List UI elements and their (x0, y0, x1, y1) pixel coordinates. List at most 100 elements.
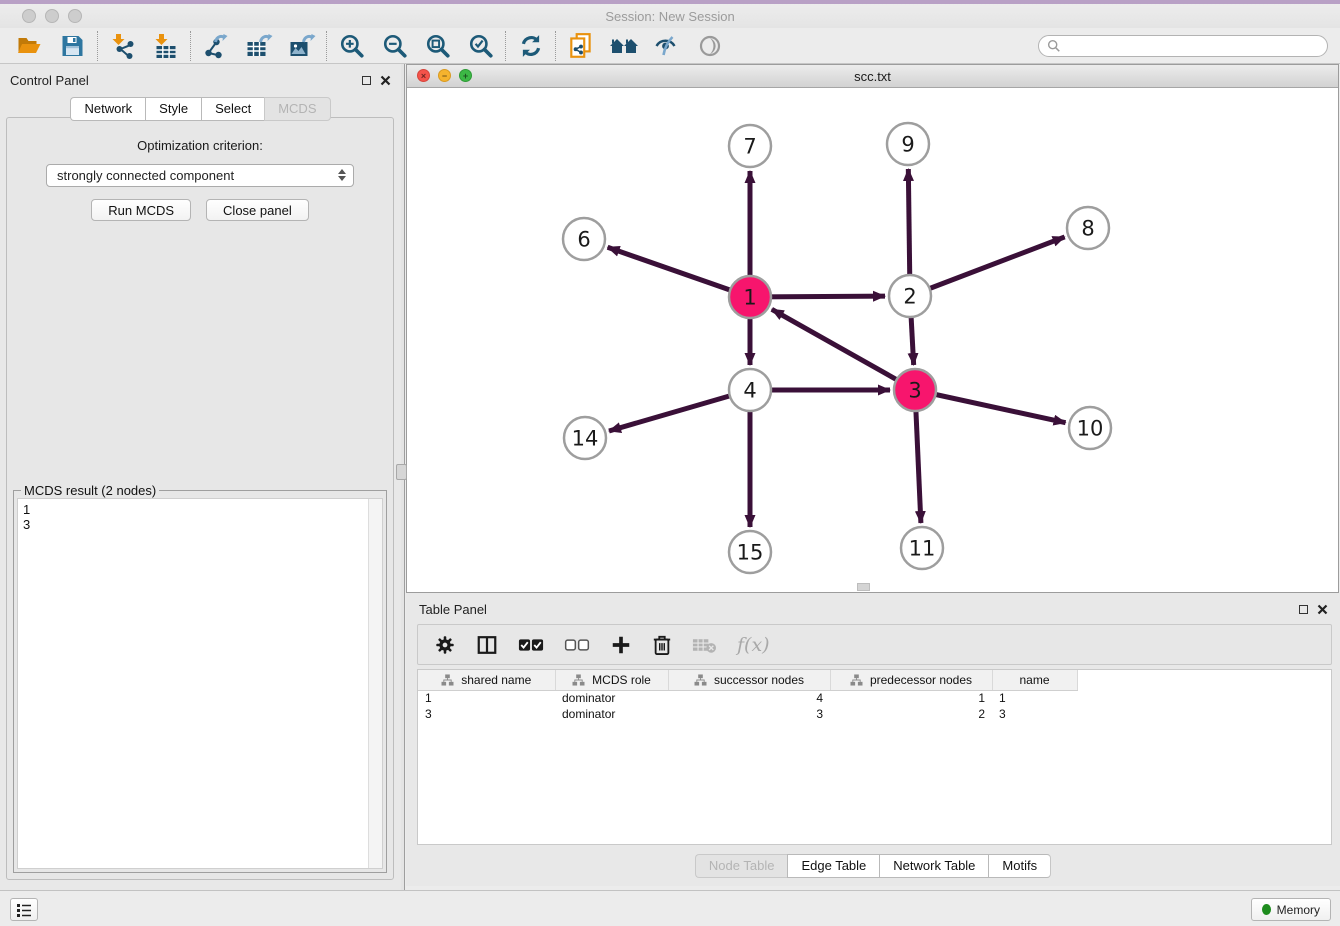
save-session-button[interactable] (51, 30, 94, 62)
close-panel-icon[interactable] (380, 75, 391, 86)
cell-shared-name[interactable]: 1 (418, 690, 555, 706)
close-panel-button[interactable]: Close panel (206, 199, 309, 221)
tab-node-table[interactable]: Node Table (695, 854, 788, 878)
task-history-button[interactable] (10, 898, 38, 921)
graph-edge-1-6[interactable] (608, 247, 750, 297)
tab-network[interactable]: Network (70, 97, 145, 121)
refresh-layout-button[interactable] (509, 30, 552, 62)
tab-style[interactable]: Style (145, 97, 201, 121)
column-header-name[interactable]: name (992, 670, 1077, 690)
column-type-icon (441, 674, 454, 686)
cell-successor-nodes[interactable]: 3 (668, 706, 830, 722)
graph-edge-3-1[interactable] (772, 309, 915, 390)
window-traffic-lights[interactable] (22, 9, 82, 23)
close-table-panel-icon[interactable] (1317, 604, 1328, 615)
memory-button[interactable]: Memory (1251, 898, 1331, 921)
delete-column-icon[interactable] (652, 634, 672, 656)
select-all-icon[interactable] (518, 635, 544, 655)
main-toolbar (0, 28, 1340, 64)
network-window-titlebar[interactable]: × − + scc.txt (407, 65, 1338, 88)
column-header-predecessor-nodes[interactable]: predecessor nodes (830, 670, 992, 690)
network-minimize-button[interactable]: − (438, 69, 451, 82)
export-table-button[interactable] (237, 30, 280, 62)
column-type-icon (694, 674, 707, 686)
graph-node-label-6: 6 (577, 228, 590, 252)
tab-mcds[interactable]: MCDS (264, 97, 330, 121)
mcds-result-fieldset: MCDS result (2 nodes) 1 3 (13, 490, 387, 873)
table-header-row: shared name MCDS role successor nodes pr… (418, 670, 1077, 690)
hide-panel-button[interactable] (645, 30, 688, 62)
cell-name[interactable]: 1 (992, 690, 1077, 706)
criterion-select[interactable]: strongly connected component (46, 164, 354, 187)
tab-select[interactable]: Select (201, 97, 264, 121)
canvas-resize-grip[interactable] (857, 583, 870, 591)
export-network-icon (202, 33, 229, 59)
minimize-window-button[interactable] (45, 9, 59, 23)
cell-predecessor-nodes[interactable]: 2 (830, 706, 992, 722)
tab-network-table[interactable]: Network Table (879, 854, 988, 878)
network-close-button[interactable]: × (417, 69, 430, 82)
open-folder-icon (16, 34, 43, 58)
cell-mcds-role[interactable]: dominator (555, 706, 668, 722)
toolbar-separator (190, 31, 191, 61)
graph-edge-3-10[interactable] (915, 390, 1066, 423)
network-canvas[interactable]: 7968124314101511 (407, 88, 1338, 592)
cell-name[interactable]: 3 (992, 706, 1077, 722)
zoom-fit-button[interactable] (416, 30, 459, 62)
import-table-button[interactable] (144, 30, 187, 62)
graph-node-label-7: 7 (743, 135, 756, 159)
panel-divider-grip[interactable] (396, 464, 407, 480)
global-search-field[interactable] (1038, 35, 1328, 57)
duplicate-network-icon (567, 32, 595, 60)
open-session-button[interactable] (8, 30, 51, 62)
close-window-button[interactable] (22, 9, 36, 23)
zoom-in-button[interactable] (330, 30, 373, 62)
tab-motifs[interactable]: Motifs (988, 854, 1051, 878)
home-button[interactable] (602, 30, 645, 62)
home-icon (609, 34, 639, 58)
cell-successor-nodes[interactable]: 4 (668, 690, 830, 706)
run-mcds-button[interactable]: Run MCDS (91, 199, 191, 221)
table-row[interactable]: 3 dominator 3 2 3 (418, 706, 1077, 722)
column-header-successor-nodes[interactable]: successor nodes (668, 670, 830, 690)
result-scrollbar[interactable] (368, 499, 382, 868)
node-table[interactable]: shared name MCDS role successor nodes pr… (417, 669, 1332, 845)
network-view-window: × − + scc.txt 7968124314101511 (406, 64, 1339, 593)
search-input[interactable] (1061, 39, 1327, 53)
show-panel-button[interactable] (688, 30, 731, 62)
toggle-column-view-icon[interactable] (476, 634, 498, 656)
export-image-button[interactable] (280, 30, 323, 62)
table-row[interactable]: 1 dominator 4 1 1 (418, 690, 1077, 706)
zoom-fit-icon (425, 33, 451, 59)
import-network-button[interactable] (101, 30, 144, 62)
export-network-button[interactable] (194, 30, 237, 62)
column-header-mcds-role[interactable]: MCDS role (555, 670, 668, 690)
control-panel: Control Panel Network Style Select MCDS … (0, 64, 401, 890)
zoom-selected-button[interactable] (459, 30, 502, 62)
toolbar-separator (326, 31, 327, 61)
cell-mcds-role[interactable]: dominator (555, 690, 668, 706)
float-panel-icon[interactable] (362, 76, 371, 85)
cell-predecessor-nodes[interactable]: 1 (830, 690, 992, 706)
cell-shared-name[interactable]: 3 (418, 706, 555, 722)
table-panel: Table Panel (406, 593, 1340, 886)
float-table-panel-icon[interactable] (1299, 605, 1308, 614)
deselect-all-icon[interactable] (564, 635, 590, 655)
application-window: Session: New Session (0, 0, 1340, 926)
graph-node-label-1: 1 (743, 286, 756, 310)
graph-edge-2-8[interactable] (910, 237, 1065, 296)
network-graph[interactable]: 7968124314101511 (407, 88, 1338, 592)
duplicate-network-button[interactable] (559, 30, 602, 62)
add-column-icon[interactable] (610, 634, 632, 656)
graph-node-label-9: 9 (901, 133, 914, 157)
zoom-window-button[interactable] (68, 9, 82, 23)
column-header-shared-name[interactable]: shared name (418, 670, 555, 690)
network-traffic-lights: × − + (417, 69, 472, 82)
eye-icon (697, 34, 723, 58)
zoom-out-button[interactable] (373, 30, 416, 62)
toolbar-separator (97, 31, 98, 61)
toolbar-separator (555, 31, 556, 61)
settings-gear-icon[interactable] (434, 634, 456, 656)
tab-edge-table[interactable]: Edge Table (787, 854, 879, 878)
network-zoom-button[interactable]: + (459, 69, 472, 82)
